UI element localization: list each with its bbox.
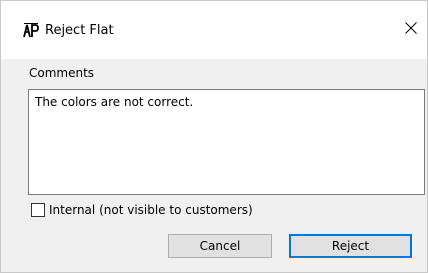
window-title: Reject Flat — [45, 23, 114, 38]
internal-checkbox-row[interactable]: Internal (not visible to customers) — [31, 202, 253, 218]
close-button[interactable] — [395, 11, 427, 47]
internal-checkbox-label[interactable]: Internal (not visible to customers) — [49, 203, 253, 217]
reject-button[interactable]: Reject — [289, 234, 412, 258]
reject-flat-dialog: Reject Flat Comments Internal (not visib… — [0, 0, 428, 273]
comments-textarea[interactable] — [28, 89, 425, 195]
title-bar: Reject Flat — [1, 1, 427, 59]
internal-checkbox[interactable] — [31, 203, 45, 217]
cancel-button[interactable]: Cancel — [168, 234, 272, 258]
comments-label: Comments — [29, 66, 95, 80]
close-icon — [405, 21, 417, 37]
ap-logo-icon — [23, 22, 39, 38]
